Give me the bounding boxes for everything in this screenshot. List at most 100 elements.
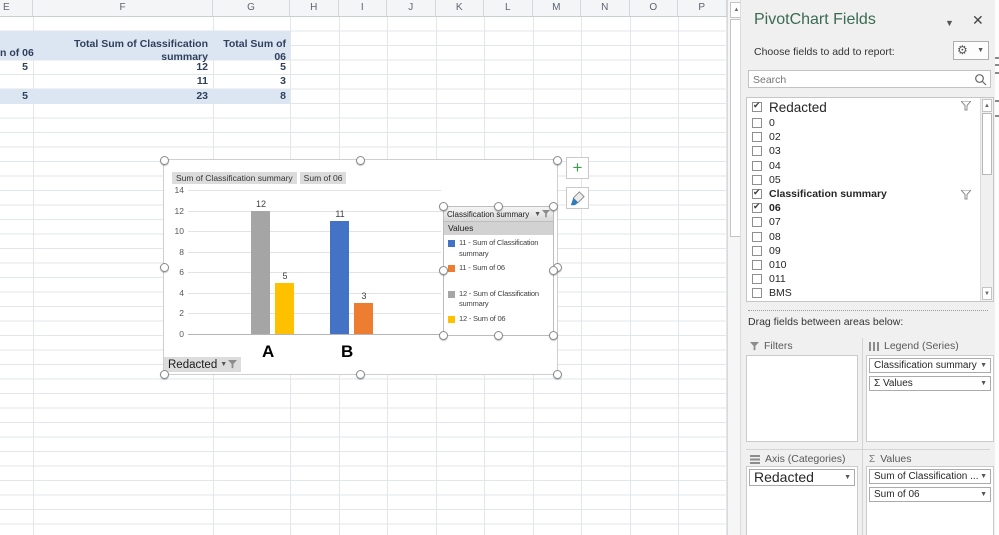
legend-selection-handle[interactable] [493,330,503,340]
chart-axis-field-button[interactable]: Redacted ▼ [164,357,242,372]
pane-close-icon[interactable]: ✕ [972,12,984,29]
axis-drop-area[interactable]: Redacted ▼ [746,466,858,535]
column-header-G[interactable]: G [213,0,290,16]
area-pill-sum-of-06[interactable]: Sum of 06 ▼ [869,487,991,502]
column-header-I[interactable]: I [339,0,387,16]
legend-selection-handle[interactable] [438,266,448,275]
column-header-L[interactable]: L [484,0,533,16]
field-checkbox[interactable] [752,231,762,242]
gridline [188,190,441,191]
filters-drop-area[interactable] [746,355,858,442]
field-checkbox[interactable] [752,160,762,171]
chevron-down-icon[interactable]: ▼ [220,361,227,368]
area-pill-redacted[interactable]: Redacted ▼ [749,469,855,486]
chart-selection-handle[interactable] [159,155,169,165]
legend-drop-area[interactable]: Classification summary ▼ Σ Values ▼ [866,355,994,442]
column-header-J[interactable]: J [387,0,436,16]
field-list-item-06[interactable]: ✔ 06 [747,201,993,215]
field-checkbox[interactable]: ✔ [752,100,762,112]
pane-options-chevron-icon[interactable]: ▼ [945,18,954,28]
rows-icon [750,454,760,464]
column-header-P[interactable]: P [678,0,727,16]
field-checkbox[interactable] [752,132,762,143]
area-pill-sum-of-classification-...[interactable]: Sum of Classification ... ▼ [869,469,991,484]
legend-selection-handle[interactable] [438,330,448,340]
chevron-down-icon[interactable]: ▼ [980,380,990,387]
field-list-item-Redacted[interactable]: ✔ Redacted [747,98,993,116]
column-header-F[interactable]: F [33,0,213,16]
field-list-item-03[interactable]: 03 [747,144,993,158]
scrollbar-thumb[interactable] [982,113,992,175]
chevron-down-icon[interactable]: ▼ [980,362,990,369]
chevron-down-icon[interactable]: ▼ [980,473,990,480]
column-header-H[interactable]: H [290,0,339,16]
legend-selection-handle[interactable] [438,201,448,211]
field-list-item-Classification summary[interactable]: ✔ Classification summary [747,187,993,201]
legend-selection-handle[interactable] [493,201,503,211]
field-label: 04 [769,159,781,172]
field-list-item-04[interactable]: 04 [747,159,993,173]
scroll-up-arrow[interactable]: ▲ [982,99,992,112]
search-icon[interactable] [974,73,987,86]
chevron-down-icon[interactable]: ▼ [844,474,854,481]
chart-selection-handle[interactable] [356,155,365,165]
chart-field-button[interactable]: Sum of Classification summary [172,172,297,184]
legend-selection-handle[interactable] [548,330,558,340]
filter-icon[interactable] [542,210,550,218]
field-list-item-011[interactable]: 011 [747,272,993,286]
gridline [188,251,441,253]
values-drop-area[interactable]: Sum of Classification ... ▼ Sum of 06 ▼ [866,466,994,535]
field-checkbox[interactable] [752,146,762,157]
field-checkbox[interactable] [752,259,762,270]
field-list-item-010[interactable]: 010 [747,258,993,272]
field-list-scrollbar[interactable]: ▲ ▼ [980,98,993,301]
filter-icon[interactable] [961,189,971,200]
chart-selection-handle[interactable] [159,262,169,272]
field-checkbox[interactable] [752,217,762,228]
tools-button[interactable]: ⚙ ▼ [953,41,989,60]
filter-icon[interactable] [961,101,971,111]
chart-style-button[interactable] [566,187,589,209]
field-list-item-09[interactable]: 09 [747,244,993,258]
search-input[interactable] [751,72,970,88]
field-checkbox[interactable] [752,245,762,256]
pivot-chart[interactable]: Sum of Classification summary Sum of 06 0… [159,155,562,379]
field-checkbox[interactable] [752,118,762,129]
field-list-item-07[interactable]: 07 [747,215,993,229]
chart-selection-handle[interactable] [552,155,562,165]
pivot-cell: 12 [196,61,208,73]
chart-selection-handle[interactable] [552,369,562,379]
chart-selection-handle[interactable] [356,369,365,379]
field-checkbox[interactable]: ✔ [752,201,762,214]
search-box[interactable] [748,70,991,88]
legend-selection-handle[interactable] [548,266,558,275]
field-checkbox[interactable]: ✔ [752,187,762,200]
chevron-down-icon[interactable]: ▼ [534,208,541,221]
legend-selection-handle[interactable] [548,201,558,211]
chart-selection-handle[interactable] [159,369,169,379]
field-list-item-05[interactable]: 05 [747,173,993,187]
area-pill-σ-values[interactable]: Σ Values ▼ [869,376,991,391]
column-header-E[interactable]: E [0,0,33,16]
grid-vline [629,17,631,535]
field-list-item-BMS[interactable]: BMS [747,286,993,300]
field-checkbox[interactable] [752,174,762,185]
field-checkbox[interactable] [752,288,762,299]
column-header-N[interactable]: N [581,0,630,16]
axis-field-label: Redacted [168,358,218,371]
scroll-down-arrow[interactable]: ▼ [982,287,992,300]
chart-field-button[interactable]: Sum of 06 [299,172,347,184]
field-list-item-08[interactable]: 08 [747,230,993,244]
field-checkbox[interactable] [752,274,762,285]
chart-legend[interactable]: Classification summary ▼ Values 11 - Sum… [443,206,554,336]
column-header-K[interactable]: K [436,0,484,16]
area-pill-classification-summary[interactable]: Classification summary ▼ [869,358,991,373]
excel-pivotchart-window: EFGHIJKLMNOP Total Sum of Classification… [0,0,999,535]
chart-elements-button[interactable]: + [566,157,589,179]
field-list-item-0[interactable]: 0 [747,116,993,130]
field-list-item-02[interactable]: 02 [747,130,993,144]
filter-icon[interactable] [228,360,238,369]
column-header-M[interactable]: M [533,0,581,16]
column-header-O[interactable]: O [630,0,678,16]
chevron-down-icon[interactable]: ▼ [980,491,990,498]
